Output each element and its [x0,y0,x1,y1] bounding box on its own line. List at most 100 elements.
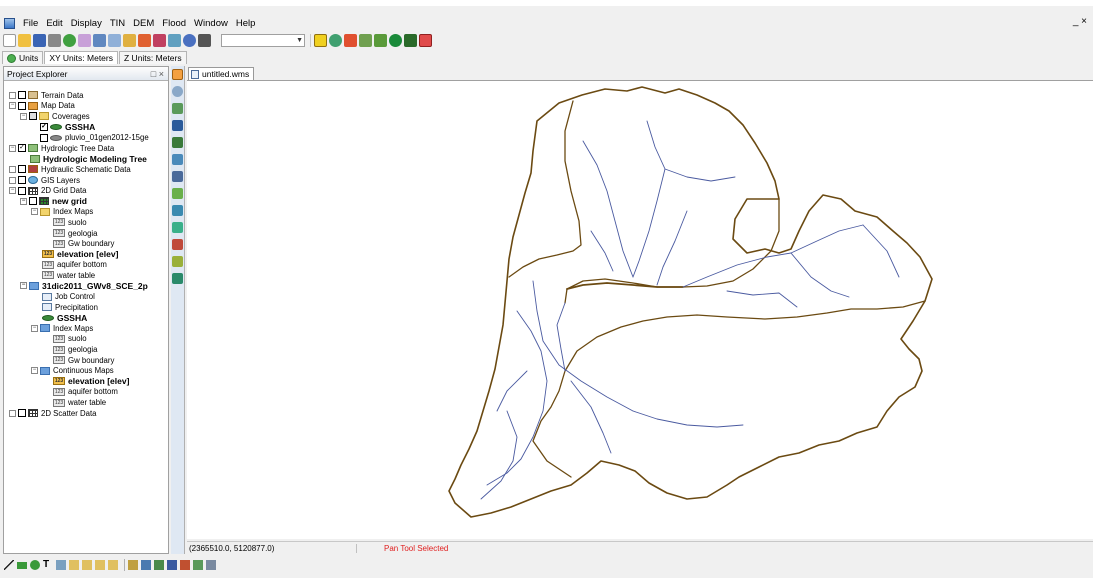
print-icon[interactable] [48,33,61,47]
tree-node-gis-layers[interactable]: GIS Layers [4,175,168,186]
line-icon[interactable] [4,560,14,570]
triangle-tool-icon[interactable] [172,222,183,233]
expander-icon[interactable]: − [20,197,27,205]
tree-node-hydraulic-schematic[interactable]: Hydraulic Schematic Data [4,164,168,175]
visibility-checkbox[interactable] [29,112,37,121]
tree-node-geologia[interactable]: 123 geologia [4,228,168,239]
map-canvas[interactable] [187,80,1093,539]
group-icon[interactable] [95,560,105,570]
create-arc-icon[interactable] [172,137,183,148]
menu-flood[interactable]: Flood [158,18,190,29]
hydro-icon[interactable] [359,33,372,47]
export-icon[interactable] [206,560,216,570]
tree-node-index-maps[interactable]: − Index Maps [4,207,168,218]
contour-icon[interactable] [123,33,136,47]
tree-node-water-table[interactable]: 123 water table [4,270,168,281]
visibility-checkbox[interactable] [18,186,26,195]
menu-dem[interactable]: DEM [129,18,158,29]
tree-node-precipitation[interactable]: Precipitation [4,302,168,313]
frame-icon[interactable] [93,33,106,47]
layers-icon[interactable] [168,33,181,47]
tree-node-2d-grid-data[interactable]: −2D Grid Data [4,185,168,196]
expander-icon[interactable]: − [31,324,38,332]
tree-node-map-data[interactable]: − Map Data [4,101,168,112]
tab-xy-units[interactable]: XY Units: Meters [44,51,118,64]
tab-units[interactable]: Units [2,51,44,64]
graph-icon[interactable] [141,560,151,570]
send-backward-icon[interactable] [82,560,92,570]
visibility-checkbox[interactable] [18,91,26,100]
tree-node-new-grid[interactable]: − new grid [4,196,168,207]
expander-icon[interactable]: − [9,187,16,195]
tree-node-gssha-link[interactable]: GSSHA [4,312,168,323]
menu-window[interactable]: Window [190,18,232,29]
create-vertex-icon[interactable] [172,171,183,182]
tree-node-hydrologic-tree-data[interactable]: − ✓ Hydrologic Tree Data [4,143,168,154]
arrow-icon[interactable] [138,33,151,47]
tree-node-coverages[interactable]: − Coverages [4,111,168,122]
module-combo[interactable]: ▼ [221,33,305,47]
info-icon[interactable] [183,33,196,47]
expander-icon[interactable]: − [20,282,27,290]
explorer-close-icon[interactable]: □ × [151,69,164,79]
profile-icon[interactable] [180,560,190,570]
tree-node-water-table-2[interactable]: 123 water table [4,397,168,408]
pan-tool-icon[interactable] [172,69,183,80]
tree-node-aquifer-bottom-2[interactable]: 123 aquifer bottom [4,387,168,398]
new-file-icon[interactable] [3,33,16,47]
expander-icon[interactable]: − [9,144,16,152]
globe-icon[interactable] [329,33,342,47]
menu-help[interactable]: Help [232,18,260,29]
scatter-tool-icon[interactable] [419,33,432,47]
tree-node-gw-boundary[interactable]: 123 Gw boundary [4,238,168,249]
bring-forward-icon[interactable] [69,560,79,570]
gauge-icon[interactable] [344,33,357,47]
rectangle-icon[interactable] [17,561,27,569]
ungroup-icon[interactable] [108,560,118,570]
display-options-icon[interactable] [153,33,166,47]
tree-node-terrain-data[interactable]: Terrain Data [4,90,168,101]
tree-tool-icon[interactable] [374,33,387,47]
expander-icon[interactable]: − [31,208,38,216]
zoom-tool-icon[interactable] [172,86,183,97]
tree-node-elevation-2[interactable]: 123 elevation [elev] [4,376,168,387]
delete-icon[interactable] [198,33,211,47]
tree-node-2d-scatter-data[interactable]: 2D Scatter Data [4,408,168,419]
tree-node-gw-boundary-2[interactable]: 123 Gw boundary [4,355,168,366]
visibility-checkbox[interactable] [40,133,48,142]
select-points-icon[interactable] [314,33,327,47]
select-vertex-icon[interactable] [172,154,183,165]
tree-node-geologia-2[interactable]: 123 geologia [4,344,168,355]
sphere-icon[interactable] [389,33,402,47]
chart-icon[interactable] [154,560,164,570]
tree-node-suolo-2[interactable]: 123 suolo [4,334,168,345]
visibility-checkbox[interactable] [18,176,26,185]
expander-icon[interactable] [9,165,16,173]
select-node-icon[interactable] [172,205,183,216]
plot-icon[interactable] [128,560,138,570]
rotate-icon[interactable] [108,33,121,47]
expander-icon[interactable] [9,176,16,184]
tree-node-pluvio-coverage[interactable]: pluvio_01gen2012-15ge [4,132,168,143]
menu-edit[interactable]: Edit [42,18,66,29]
tree-node-suolo[interactable]: 123 suolo [4,217,168,228]
mesh-tool-icon[interactable] [172,239,183,250]
image-icon[interactable] [56,560,66,570]
expander-icon[interactable]: − [20,112,27,120]
expander-icon[interactable]: − [31,367,38,375]
tree-node-simulation[interactable]: −31dic2011_GWv8_SCE_2p [4,281,168,292]
flow-icon[interactable] [167,560,177,570]
select-feature-icon[interactable] [172,120,183,131]
visibility-checkbox[interactable] [18,101,26,110]
select-polygon-icon[interactable] [172,188,183,199]
ellipse-icon[interactable] [30,560,40,570]
tab-z-units[interactable]: Z Units: Meters [119,51,187,64]
open-folder-icon[interactable] [18,33,31,47]
visibility-checkbox[interactable]: ✓ [40,123,48,132]
window-controls[interactable]: _ × [1073,16,1087,27]
menu-tin[interactable]: TIN [106,18,129,29]
refresh-icon[interactable] [63,33,76,47]
drainage-tool-icon[interactable] [172,273,183,284]
tree-node-index-maps-2[interactable]: − Index Maps [4,323,168,334]
visibility-checkbox[interactable] [18,165,26,174]
